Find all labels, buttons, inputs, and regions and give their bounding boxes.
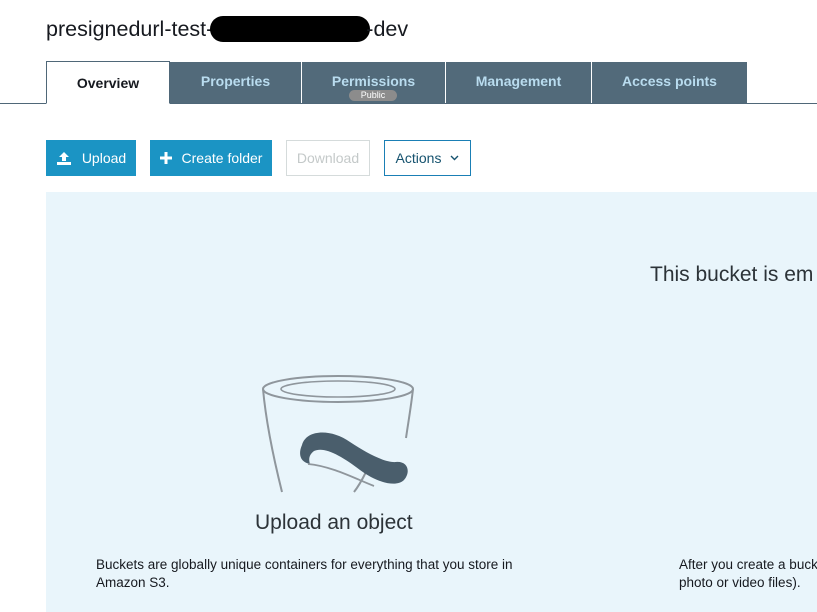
bucket-name-prefix: presignedurl-test- [46,17,214,41]
tab-overview[interactable]: Overview [46,61,170,104]
download-label: Download [296,150,360,166]
after-create-description-line-1: After you create a buck [679,557,817,572]
after-create-description-line-2: photo or video files). [679,575,801,590]
tab-overview-label: Overview [76,75,140,91]
actions-label: Actions [395,150,442,166]
bucket-name-suffix: -dev [366,17,409,41]
create-folder-button[interactable]: Create folder [150,140,272,176]
page-title: presignedurl-test- -dev [46,14,408,44]
bucket-illustration-icon [258,372,418,499]
tab-access-points[interactable]: Access points [592,62,747,103]
tab-permissions[interactable]: Permissions Public [302,62,446,103]
chevron-down-icon [450,155,459,161]
empty-bucket-title: This bucket is em [650,263,814,286]
tab-management[interactable]: Management [446,62,592,103]
download-button[interactable]: Download [286,140,370,176]
tab-access-points-label: Access points [622,73,717,89]
upload-icon [56,151,72,166]
tab-properties[interactable]: Properties [170,62,302,103]
create-folder-label: Create folder [181,150,263,166]
upload-label: Upload [81,150,127,166]
redacted-bucket-name [210,16,371,42]
upload-button[interactable]: Upload [46,140,136,176]
upload-object-title: Upload an object [255,511,413,534]
actions-dropdown[interactable]: Actions [384,140,471,176]
tab-properties-label: Properties [200,73,271,89]
public-badge: Public [349,90,397,101]
plus-icon [159,152,172,164]
after-create-description: After you create a buck photo or video f… [679,556,817,592]
empty-bucket-panel [46,192,817,612]
tab-permissions-label: Permissions [331,73,416,89]
upload-object-description: Buckets are globally unique containers f… [96,557,513,590]
tab-management-label: Management [475,73,562,89]
